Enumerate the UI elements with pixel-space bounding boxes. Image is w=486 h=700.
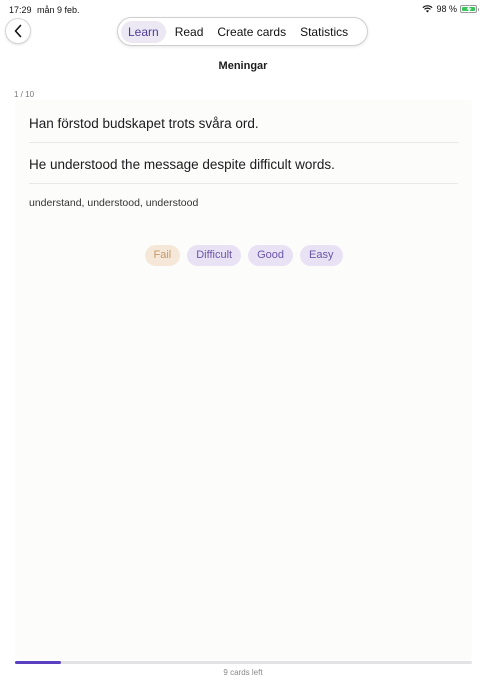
progress-fill [15, 661, 61, 664]
tab-statistics[interactable]: Statistics [295, 21, 353, 43]
battery-charging-icon [460, 5, 479, 13]
status-time: 17:29 [9, 5, 32, 15]
easy-button[interactable]: Easy [300, 245, 343, 266]
page-title: Meningar [218, 60, 268, 72]
mode-tabs: Learn Read Create cards Statistics [117, 17, 368, 46]
progress-bar [15, 661, 472, 664]
tab-learn[interactable]: Learn [121, 20, 166, 43]
card-counter: 1 / 10 [14, 90, 35, 99]
tab-read[interactable]: Read [170, 21, 209, 43]
sentence-swedish: Han förstod budskapet trots svåra ord. [29, 116, 259, 131]
status-indicators: 98 % [422, 4, 479, 14]
answer-buttons: Fail Difficult Good Easy [15, 245, 472, 266]
fail-button[interactable]: Fail [144, 245, 181, 266]
sentence-english: He understood the message despite diffic… [29, 157, 335, 172]
back-button[interactable] [5, 18, 31, 44]
cards-left-label: 9 cards left [223, 668, 263, 677]
divider [29, 183, 458, 184]
wifi-icon [422, 5, 434, 13]
word-forms: understand, understood, understood [29, 197, 199, 209]
chevron-left-icon [14, 24, 22, 38]
status-date: mån 9 feb. [37, 5, 80, 15]
battery-percent: 98 % [436, 4, 457, 14]
difficult-button[interactable]: Difficult [187, 245, 242, 266]
divider [29, 142, 458, 143]
status-bar: 17:29 mån 9 feb. 98 % [0, 0, 486, 18]
good-button[interactable]: Good [248, 245, 294, 266]
flashcard: Han förstod budskapet trots svåra ord. H… [15, 100, 472, 660]
tab-create-cards[interactable]: Create cards [212, 21, 291, 43]
